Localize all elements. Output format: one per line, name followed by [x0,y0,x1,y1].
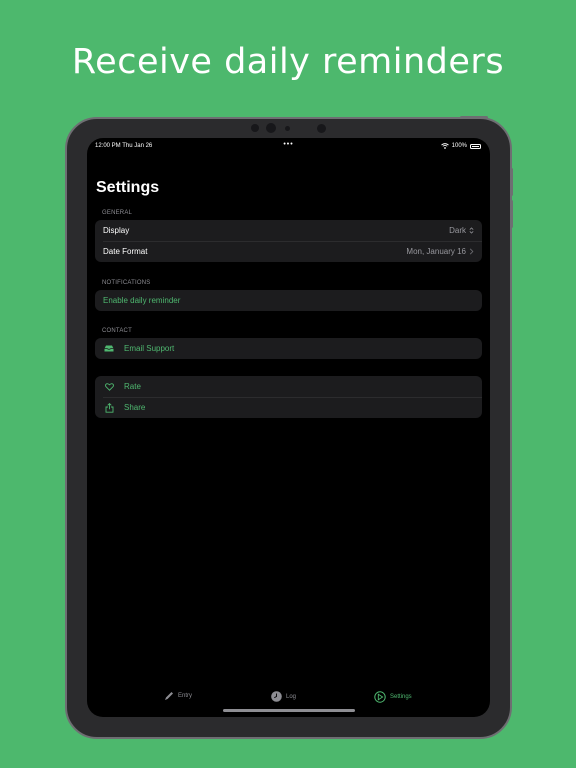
tab-settings[interactable]: Settings [374,691,412,703]
display-label: Display [103,226,130,235]
enable-reminder-row[interactable]: Enable daily reminder [95,290,482,311]
pencil-icon [165,692,173,700]
display-value[interactable]: Dark [449,226,474,235]
date-format-value: Mon, January 16 [406,247,474,256]
share-label: Share [124,403,146,412]
enable-reminder-label: Enable daily reminder [103,296,181,305]
rate-label: Rate [124,382,141,391]
chevron-right-icon [469,248,474,255]
status-bar: 12:00 PM Thu Jan 26 ••• 100% [87,141,490,154]
app-screen: 12:00 PM Thu Jan 26 ••• 100% Settings GE… [87,138,490,717]
status-right: 100% [440,143,481,149]
sensor-icon [251,124,259,132]
headline: Receive daily reminders [71,42,505,82]
wifi-icon [440,143,449,149]
email-support-row[interactable]: Email Support [95,338,482,359]
section-header-contact: CONTACT [102,328,132,334]
tab-entry[interactable]: Entry [164,691,192,701]
date-format-label: Date Format [103,247,148,256]
tray-icon [103,343,115,355]
tab-log[interactable]: Log [271,691,296,702]
display-row[interactable]: Display Dark [95,220,482,241]
share-icon [103,402,115,414]
contact-group: Email Support [95,338,482,359]
multitasking-dots-icon[interactable]: ••• [283,141,293,148]
power-button [460,116,488,119]
notifications-group: Enable daily reminder [95,290,482,311]
battery-icon [470,143,481,149]
section-header-notifications: NOTIFICATIONS [102,280,151,286]
camera-icon [266,123,276,133]
home-indicator[interactable] [222,709,355,712]
tab-settings-label: Settings [390,694,412,700]
sensor-icon [317,124,326,133]
status-time: 12:00 PM Thu Jan 26 [95,143,153,149]
battery-percent: 100% [451,143,467,149]
tab-log-label: Log [286,693,297,700]
chevron-up-down-icon [469,227,474,234]
date-format-value-text: Mon, January 16 [406,247,466,256]
volume-button [510,200,513,228]
email-support-label: Email Support [124,344,175,353]
date-format-row[interactable]: Date Format Mon, January 16 [95,241,482,262]
general-group: Display Dark Date Format Mon, January 16 [95,220,482,262]
tab-entry-label: Entry [178,693,193,699]
display-value-text: Dark [449,226,466,235]
page-title: Settings [96,179,160,196]
clock-icon [271,691,282,702]
heart-icon [103,381,115,393]
section-header-general: GENERAL [102,210,133,216]
gauge-icon [374,691,386,703]
sensor-icon [285,126,290,131]
volume-button [510,168,513,196]
more-group: Rate Share [95,376,482,418]
share-row[interactable]: Share [95,397,482,418]
rate-row[interactable]: Rate [95,376,482,397]
